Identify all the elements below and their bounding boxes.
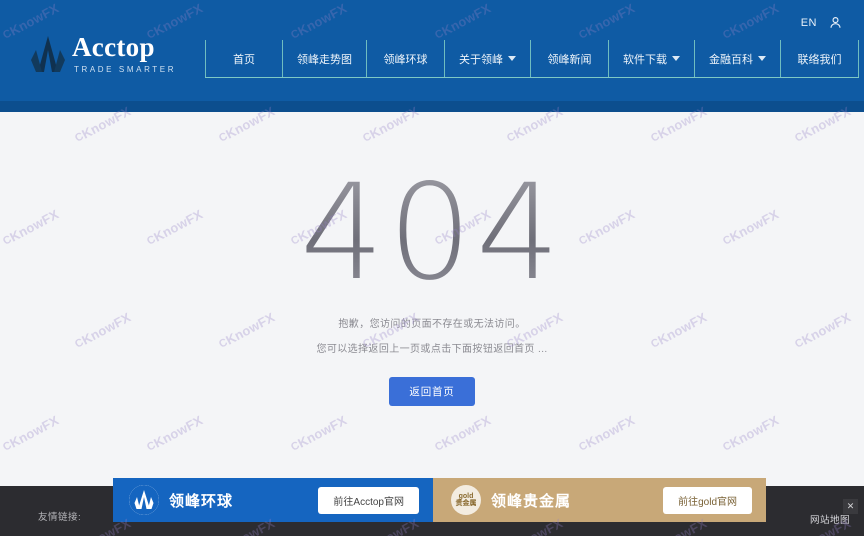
gold-logo-text-bottom: 贵金属 [455, 500, 477, 507]
site-logo[interactable]: Acctop TRADE SMARTER [28, 34, 176, 76]
promo-title: 领峰环球 [169, 492, 234, 510]
nav-item-home[interactable]: 首页 [205, 40, 283, 77]
gold-logo-text-top: gold [458, 492, 474, 500]
nav-item-downloads[interactable]: 软件下载 [609, 40, 695, 77]
nav-item-encyclopedia[interactable]: 金融百科 [695, 40, 781, 77]
promo-cta-acctop[interactable]: 前往Acctop官网 [318, 487, 419, 514]
nav-item-global[interactable]: 领峰环球 [367, 40, 445, 77]
logo-name: Acctop [72, 32, 155, 62]
nav-item-label: 联络我们 [797, 53, 842, 66]
header-bottom-strip [0, 101, 864, 112]
nav-item-label: 领峰新闻 [547, 53, 592, 66]
nav-item-about[interactable]: 关于领峰 [445, 40, 531, 77]
promo-cta-gold[interactable]: 前往gold官网 [663, 487, 752, 514]
logo-tagline: TRADE SMARTER [74, 65, 177, 74]
user-icon[interactable] [829, 16, 842, 29]
nav-item-label: 领峰环球 [383, 53, 428, 66]
promo-title: 领峰贵金属 [491, 492, 572, 510]
promo-banner-row: 领峰环球 前往Acctop官网 gold 贵金属 领峰贵金属 前往gold官网 [0, 478, 864, 522]
language-switch-link[interactable]: EN [801, 17, 817, 29]
close-icon[interactable]: ✕ [843, 499, 858, 514]
chevron-down-icon [672, 56, 680, 61]
chevron-down-icon [508, 56, 516, 61]
nav-item-contact[interactable]: 联络我们 [781, 40, 859, 77]
gold-circle-logo-icon: gold 贵金属 [451, 485, 481, 515]
nav-item-charts[interactable]: 领峰走势图 [283, 40, 367, 77]
nav-item-news[interactable]: 领峰新闻 [531, 40, 609, 77]
promo-banner-gold: gold 贵金属 领峰贵金属 前往gold官网 [433, 478, 766, 522]
topbar: EN [801, 16, 842, 29]
main-navigation: 首页 领峰走势图 领峰环球 关于领峰 领峰新闻 软件下载 金融百科 联络我们 [205, 40, 859, 78]
nav-item-label: 软件下载 [623, 53, 667, 66]
nav-item-label: 关于领峰 [459, 53, 503, 66]
site-header: EN Acctop TRADE SMARTER 首页 领峰走势图 领峰环球 关于… [0, 0, 864, 112]
error-page-content: 404 抱歉，您访问的页面不存在或无法访问。 您可以选择返回上一页或点击下面按钮… [0, 112, 864, 486]
return-home-button[interactable]: 返回首页 [389, 377, 475, 406]
nav-item-label: 领峰走势图 [297, 53, 352, 66]
nav-item-label: 金融百科 [709, 53, 753, 66]
error-code: 404 [300, 156, 564, 310]
acctop-circle-logo-icon [129, 485, 159, 515]
error-message-secondary: 您可以选择返回上一页或点击下面按钮返回首页 ... [316, 344, 548, 355]
logo-text-block: Acctop TRADE SMARTER [72, 34, 176, 76]
error-message-primary: 抱歉，您访问的页面不存在或无法访问。 [338, 319, 526, 330]
chevron-down-icon [758, 56, 766, 61]
promo-banner-acctop: 领峰环球 前往Acctop官网 [113, 478, 433, 522]
nav-item-label: 首页 [233, 53, 255, 66]
mountain-logo-icon [28, 34, 68, 76]
